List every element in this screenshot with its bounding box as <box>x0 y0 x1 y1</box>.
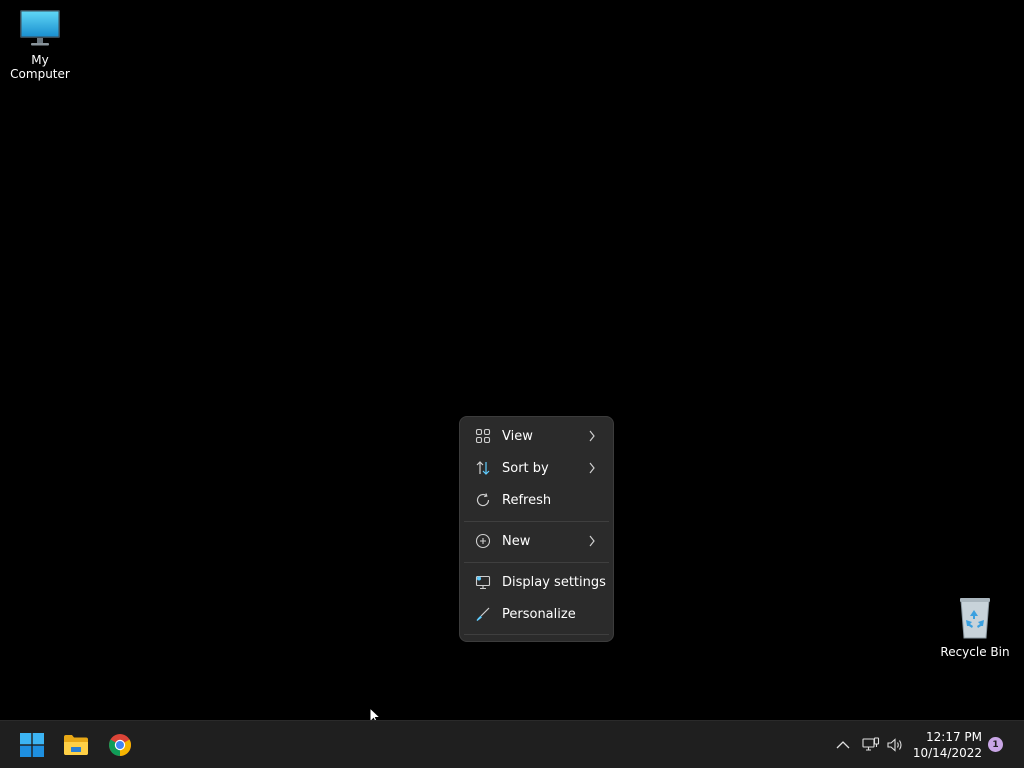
menu-item-sort-by[interactable]: Sort by <box>464 453 609 483</box>
show-hidden-icons-button[interactable] <box>834 733 852 757</box>
menu-item-view[interactable]: View <box>464 421 609 451</box>
brush-icon <box>474 605 492 623</box>
folder-icon <box>64 735 88 755</box>
desktop-icon-my-computer[interactable]: My Computer <box>0 8 80 81</box>
chevron-up-icon <box>836 741 850 749</box>
network-button[interactable] <box>860 733 882 757</box>
recycle-bin-icon <box>960 598 990 639</box>
menu-item-display-settings[interactable]: Display settings <box>464 567 609 597</box>
clock-time: 12:17 PM <box>926 730 982 744</box>
monitor-icon <box>20 10 60 46</box>
desktop-icon-label: Recycle Bin <box>940 645 1010 659</box>
menu-separator <box>464 562 609 563</box>
windows-start-icon <box>20 733 44 757</box>
refresh-icon <box>474 491 492 509</box>
taskbar-chrome-button[interactable] <box>100 725 140 765</box>
menu-item-label: Sort by <box>502 460 549 476</box>
menu-separator <box>464 521 609 522</box>
menu-item-label: New <box>502 533 531 549</box>
chrome-icon <box>109 734 131 756</box>
display-icon <box>474 573 492 591</box>
network-icon <box>862 737 880 751</box>
menu-item-personalize[interactable]: Personalize <box>464 599 609 629</box>
clock-date: 10/14/2022 <box>912 746 982 760</box>
plus-circle-icon <box>474 532 492 550</box>
notification-badge[interactable]: 1 <box>988 737 1003 752</box>
menu-item-label: Personalize <box>502 606 576 622</box>
menu-item-label: Refresh <box>502 492 552 508</box>
desktop-icon-recycle-bin[interactable]: Recycle Bin <box>936 596 1014 659</box>
chevron-right-icon <box>585 535 599 547</box>
chevron-right-icon <box>585 430 599 442</box>
menu-item-label: Display settings <box>502 574 606 590</box>
start-button[interactable] <box>12 725 52 765</box>
chevron-right-icon <box>585 462 599 474</box>
menu-item-label: View <box>502 428 533 444</box>
taskbar-clock[interactable]: 12:17 PM 10/14/2022 <box>912 729 982 761</box>
taskbar: 12:17 PM 10/14/2022 <box>0 720 1024 768</box>
speaker-icon <box>887 738 902 752</box>
menu-separator <box>464 634 609 635</box>
volume-button[interactable] <box>884 733 906 757</box>
desktop-context-menu: View Sort by Refresh New Display setting… <box>459 416 614 642</box>
taskbar-file-explorer-button[interactable] <box>56 725 96 765</box>
sort-icon <box>474 459 492 477</box>
menu-item-new[interactable]: New <box>464 526 609 556</box>
desktop-icon-label: My Computer <box>10 53 70 81</box>
menu-item-refresh[interactable]: Refresh <box>464 485 609 515</box>
grid-icon <box>474 427 492 445</box>
